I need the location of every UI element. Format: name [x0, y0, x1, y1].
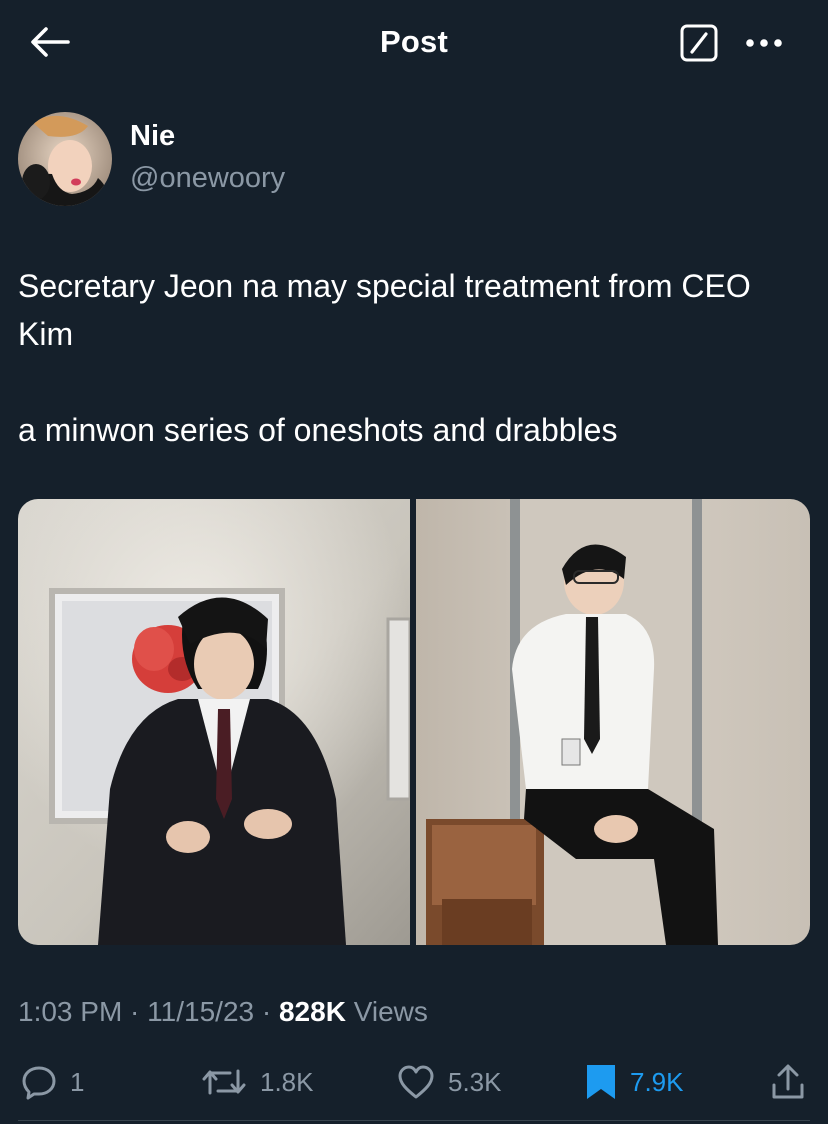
reply-count: 1 — [70, 1066, 85, 1097]
tweet-meta: 1:03 PM · 11/15/23 · 828K Views — [18, 996, 428, 1028]
grok-button[interactable] — [680, 24, 718, 62]
photo-right[interactable] — [416, 499, 810, 945]
views-count: 828K — [278, 996, 346, 1027]
like-count: 5.3K — [448, 1066, 502, 1097]
action-bar: 1 1.8K 5.3K 7.9K — [0, 1048, 828, 1118]
bookmark-count: 7.9K — [630, 1066, 684, 1097]
tweet-line: a minwon series of oneshots and drabbles — [18, 412, 618, 448]
tweet-line: Secretary Jeon na may special treatment … — [18, 268, 751, 352]
bookmark-button[interactable]: 7.9K — [584, 1062, 684, 1102]
share-button[interactable] — [770, 1062, 806, 1102]
retweet-count: 1.8K — [260, 1066, 314, 1097]
retweet-button[interactable]: 1.8K — [200, 1062, 314, 1102]
post-page: Post Nie @onewoory Secretary Jeon na may… — [0, 0, 828, 1124]
avatar[interactable] — [18, 112, 112, 206]
bookmark-filled-icon — [587, 1065, 615, 1099]
heart-icon — [398, 1065, 434, 1099]
separator: · — [254, 996, 279, 1027]
reply-button[interactable]: 1 — [20, 1062, 84, 1102]
top-bar: Post — [0, 0, 828, 86]
avatar-image — [18, 112, 112, 206]
views-label: Views — [345, 996, 428, 1027]
separator: · — [122, 996, 148, 1027]
tweet-text: Secretary Jeon na may special treatment … — [18, 262, 808, 454]
photo-left[interactable] — [18, 499, 412, 945]
post-date: 11/15/23 — [147, 996, 255, 1027]
post-time: 1:03 PM — [18, 996, 123, 1027]
reply-icon — [22, 1066, 56, 1100]
retweet-icon — [202, 1069, 246, 1095]
share-icon — [772, 1064, 804, 1099]
more-dots-icon — [746, 39, 782, 47]
media-grid — [18, 499, 810, 945]
grok-icon — [680, 24, 718, 62]
divider — [18, 1120, 810, 1121]
like-button[interactable]: 5.3K — [396, 1062, 502, 1102]
more-options-button[interactable] — [742, 28, 786, 58]
author-handle[interactable]: @onewoory — [130, 162, 285, 195]
author-display-name[interactable]: Nie — [130, 120, 175, 153]
